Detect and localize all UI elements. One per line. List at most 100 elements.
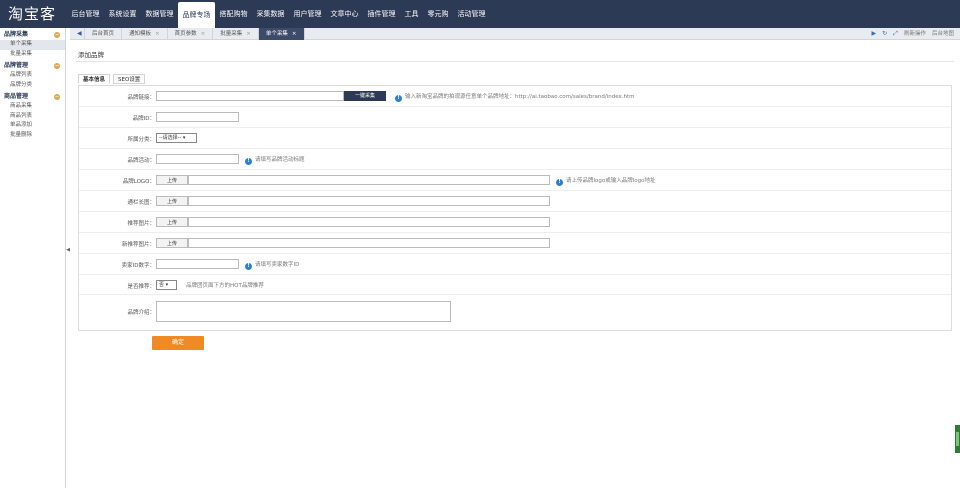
nav-item-6[interactable]: 用户管理: [289, 0, 326, 28]
nav-item-3[interactable]: 品牌专场: [178, 2, 215, 28]
row-brand-logo: 品牌LOGO： 上传 ! 请上传品牌logo或输入品牌logo地址: [79, 170, 951, 191]
intro-label: 品牌介绍：: [127, 310, 155, 316]
close-icon[interactable]: ×: [155, 31, 160, 37]
tab-scroll-left-icon[interactable]: ◀: [70, 28, 85, 40]
brand-link-input[interactable]: [156, 91, 344, 101]
top-bar: 淘宝客 后台管理 系统设置 数据管理 品牌专场 搭配购物 采集数据 用户管理 文章中心 插件管理…: [0, 0, 960, 28]
is-recommend-tip: 品牌团页面下方的HOT品牌推荐: [186, 283, 264, 289]
nav-item-11[interactable]: 活动管理: [453, 0, 490, 28]
nav-item-7[interactable]: 文章中心: [326, 0, 363, 28]
brand-link-tip: ! 输入新淘宝品牌的拍观源任意单个品牌地址：http://ai.taobao.co…: [395, 92, 634, 102]
row-seller-id: 卖家ID数字： ! 请填写卖家数字ID: [79, 254, 951, 275]
is-recommend-select[interactable]: 否 ▾: [156, 280, 177, 290]
fullscreen-icon[interactable]: ⤢: [893, 28, 898, 40]
info-icon: !: [556, 179, 563, 186]
tab-bar: ◀ 后台首页 通知模板 × 首页参数 × 批量采集 × 单个采集 × ▶ ↻ ⤢ 刷新操作 后台…: [70, 28, 960, 40]
brand-id-label: 品牌ID：: [132, 116, 155, 122]
tab-0[interactable]: 后台首页: [85, 28, 123, 40]
sidebar: 品牌采集 − 单个采集 批量采集品牌管理 − 品牌列表 品牌分类 商品管理 − 商品采集 商品列表单…: [0, 28, 66, 488]
tab-4[interactable]: 单个采集 ×: [258, 28, 305, 40]
main-content: 添加品牌 基本信息 SEO设置 品牌链接： 一键采集 ! 输入新淘宝品牌的拍观源任…: [70, 41, 960, 488]
new-image-label: 新推荐图片：: [121, 242, 155, 248]
brand-id-input[interactable]: [156, 112, 239, 122]
nav-item-8[interactable]: 插件管理: [363, 0, 400, 28]
chevron-down-icon: ▾: [165, 282, 169, 288]
collapse-icon[interactable]: −: [54, 32, 60, 38]
brand-activity-tip-text: 请填写品牌活动标题: [255, 157, 305, 163]
sitemap-link[interactable]: 后台地图: [932, 28, 954, 40]
side-float-tab-indicator: [956, 432, 959, 446]
tab-label: 首页参数: [174, 31, 197, 37]
seller-id-input[interactable]: [156, 259, 239, 269]
row-recommend-image: 推荐图片： 上传: [79, 212, 951, 233]
tab-label: 单个采集: [265, 31, 288, 37]
close-icon[interactable]: ×: [201, 31, 206, 37]
recommend-image-upload-button[interactable]: 上传: [156, 217, 188, 227]
sidebar-item-0-0[interactable]: 单个采集: [0, 40, 65, 50]
new-image-url-input[interactable]: [188, 238, 550, 248]
one-click-collect-button[interactable]: 一键采集: [344, 91, 386, 101]
collapse-icon[interactable]: −: [54, 63, 60, 69]
sidebar-group-1[interactable]: 品牌管理 −: [0, 61, 65, 71]
sidebar-group-0[interactable]: 品牌采集 −: [0, 30, 65, 40]
sidebar-item-1-1[interactable]: 品牌分类: [0, 81, 65, 91]
brand-logo-upload-button[interactable]: 上传: [156, 175, 188, 185]
row-brand-activity: 品牌活动： ! 请填写品牌活动标题: [79, 149, 951, 170]
refresh-link[interactable]: 刷新操作: [904, 28, 926, 40]
seller-id-label: 卖家ID数字：: [121, 263, 155, 269]
close-icon[interactable]: ×: [292, 31, 297, 37]
tab-label: 后台首页: [92, 31, 115, 37]
nav-item-4[interactable]: 搭配购物: [215, 0, 252, 28]
page-title: 添加品牌: [78, 51, 104, 59]
sidebar-item-2-1[interactable]: 商品列表: [0, 112, 65, 122]
nav-item-10[interactable]: 零元购: [423, 0, 453, 28]
info-icon: !: [245, 263, 252, 270]
sidebar-group-2[interactable]: 商品管理 −: [0, 92, 65, 102]
banner-image-upload-button[interactable]: 上传: [156, 196, 188, 206]
sidebar-item-2-0[interactable]: 商品采集: [0, 102, 65, 112]
row-brand-link: 品牌链接： 一键采集 ! 输入新淘宝品牌的拍观源任意单个品牌地址：http://a…: [79, 86, 951, 107]
brand-activity-input[interactable]: [156, 154, 239, 164]
recommend-image-url-input[interactable]: [188, 217, 550, 227]
brand-form: 品牌链接： 一键采集 ! 输入新淘宝品牌的拍观源任意单个品牌地址：http://a…: [78, 85, 952, 331]
logo: 淘宝客: [8, 5, 57, 23]
brand-logo-url-input[interactable]: [188, 175, 550, 185]
sidebar-group-label: 品牌管理: [4, 62, 29, 69]
tab-3[interactable]: 批量采集 ×: [213, 28, 259, 40]
brand-activity-tip: ! 请填写品牌活动标题: [245, 155, 305, 165]
confirm-button[interactable]: 确定: [152, 336, 204, 350]
category-select[interactable]: --请选择-- ▾: [156, 133, 197, 143]
brand-logo-tip-text: 请上传品牌logo或输入品牌logo地址: [566, 178, 656, 184]
title-divider: [76, 61, 954, 62]
nav-item-9[interactable]: 工具: [400, 0, 423, 28]
sidebar-item-2-2[interactable]: 单品添加: [0, 121, 65, 131]
row-new-image: 新推荐图片： 上传: [79, 233, 951, 254]
banner-image-url-input[interactable]: [188, 196, 550, 206]
close-icon[interactable]: ×: [246, 31, 251, 37]
row-brand-id: 品牌ID：: [79, 107, 951, 128]
sidebar-item-2-3[interactable]: 批量删除: [0, 131, 65, 141]
tab-2[interactable]: 首页参数 ×: [168, 28, 214, 40]
chevron-right-icon[interactable]: ▶: [872, 28, 877, 40]
sidebar-item-0-1[interactable]: 批量采集: [0, 50, 65, 60]
collapse-icon[interactable]: −: [54, 94, 60, 100]
tab-seo-settings[interactable]: SEO设置: [113, 74, 146, 84]
brand-activity-label: 品牌活动：: [127, 158, 155, 164]
nav-item-1[interactable]: 系统设置: [104, 0, 141, 28]
nav-item-2[interactable]: 数据管理: [141, 0, 178, 28]
category-label: 所属分类：: [127, 137, 155, 143]
row-category: 所属分类： --请选择-- ▾: [79, 128, 951, 149]
nav-item-5[interactable]: 采集数据: [252, 0, 289, 28]
intro-textarea[interactable]: [156, 301, 451, 322]
brand-link-label: 品牌链接：: [127, 95, 155, 101]
banner-image-label: 通栏长图：: [127, 200, 155, 206]
refresh-icon[interactable]: ↻: [882, 28, 887, 40]
chevron-down-icon: ▾: [182, 135, 186, 141]
category-select-value: --请选择--: [159, 135, 182, 141]
nav-item-0[interactable]: 后台管理: [67, 0, 104, 28]
tab-1[interactable]: 通知模板 ×: [122, 28, 168, 40]
recommend-image-label: 推荐图片：: [127, 221, 155, 227]
sidebar-item-1-0[interactable]: 品牌列表: [0, 71, 65, 81]
tab-basic-info[interactable]: 基本信息: [78, 74, 111, 84]
new-image-upload-button[interactable]: 上传: [156, 238, 188, 248]
